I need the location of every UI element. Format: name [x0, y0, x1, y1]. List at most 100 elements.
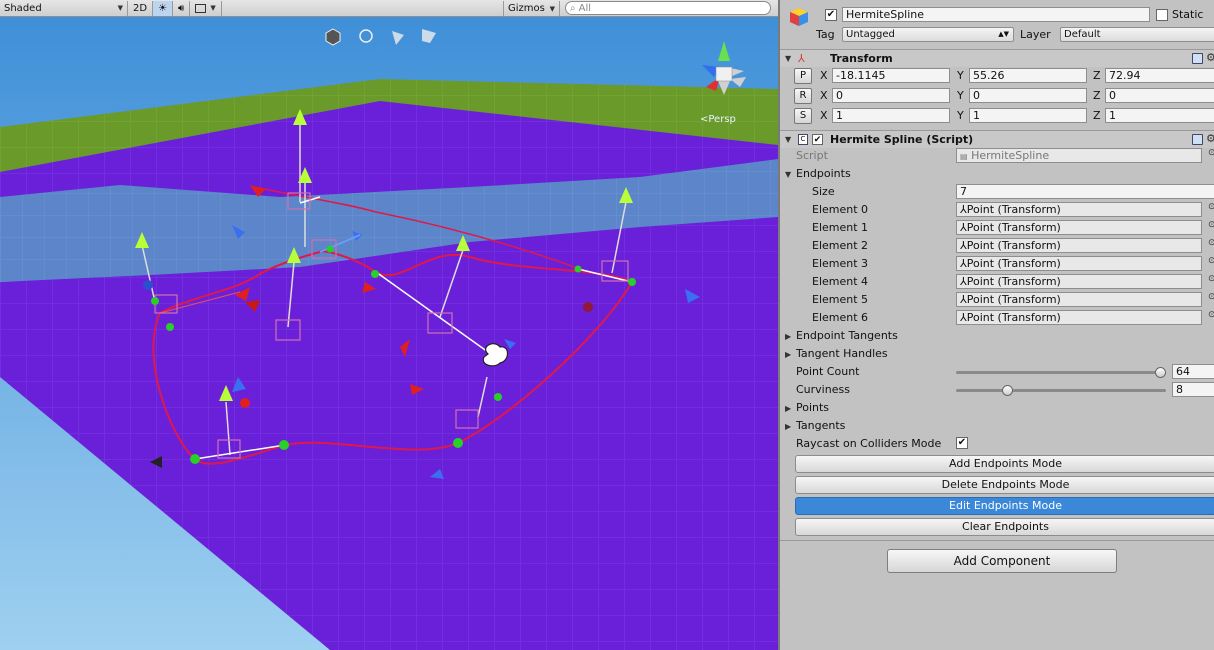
object-picker-icon[interactable]: ⊙ — [1208, 148, 1214, 158]
layer-value: Default — [1064, 29, 1101, 40]
scale-x-label: X — [820, 109, 828, 122]
object-picker-icon[interactable]: ⊙ — [1208, 220, 1214, 230]
transform-icon: ⅄ — [960, 257, 967, 270]
search-placeholder: All — [578, 2, 592, 14]
scale-x-input[interactable]: 1 — [832, 108, 950, 123]
tangents-label[interactable]: Tangents — [796, 419, 845, 432]
endpoint-tangents-label[interactable]: Endpoint Tangents — [796, 329, 898, 342]
object-picker-icon[interactable]: ⊙ — [1208, 310, 1214, 320]
script-icon: C — [798, 134, 808, 145]
script-file-icon: ▤ — [960, 152, 968, 161]
gizmos-label: Gizmos — [508, 3, 545, 14]
element-label: Element 0 — [812, 203, 869, 216]
foldout-collapsed-icon[interactable]: ▶ — [785, 422, 791, 431]
point-count-input[interactable]: 64 — [1172, 364, 1214, 379]
scale-y-label: Y — [957, 109, 964, 122]
position-y-input[interactable]: 55.26 — [969, 68, 1087, 83]
layer-dropdown[interactable]: Default — [1060, 27, 1214, 42]
help-book-icon[interactable] — [1192, 53, 1203, 64]
element-field[interactable]: ⅄Point (Transform) — [956, 202, 1202, 217]
add-endpoints-mode-button[interactable]: Add Endpoints Mode — [795, 455, 1214, 473]
rotation-y-input[interactable]: 0 — [969, 88, 1087, 103]
static-checkbox[interactable] — [1156, 9, 1168, 21]
scale-y-input[interactable]: 1 — [969, 108, 1087, 123]
element-value: Point (Transform) — [966, 311, 1061, 324]
chevron-down-icon: ▲▼ — [998, 30, 1009, 38]
divider — [780, 540, 1214, 541]
position-z-input[interactable]: 72.94 — [1105, 68, 1214, 83]
active-checkbox[interactable]: ✔ — [825, 9, 837, 21]
hermite-spline-title: Hermite Spline (Script) — [830, 133, 974, 146]
object-name-input[interactable]: HermiteSpline — [842, 7, 1150, 22]
audio-toggle-button[interactable]: 🔊︎ — [173, 0, 191, 16]
element-label: Element 3 — [812, 257, 869, 270]
help-book-icon[interactable] — [1192, 134, 1203, 145]
element-field[interactable]: ⅄Point (Transform) — [956, 256, 1202, 271]
object-picker-icon[interactable]: ⊙ — [1208, 256, 1214, 266]
object-picker-icon[interactable]: ⊙ — [1208, 238, 1214, 248]
endpoints-label[interactable]: Endpoints — [796, 167, 851, 180]
curviness-slider[interactable] — [956, 389, 1166, 392]
rot-x-label: X — [820, 89, 828, 102]
element-field[interactable]: ⅄Point (Transform) — [956, 292, 1202, 307]
point-count-slider-thumb[interactable] — [1155, 367, 1166, 378]
foldout-expanded-icon[interactable]: ▼ — [785, 54, 791, 63]
static-label: Static — [1172, 8, 1204, 21]
effects-dropdown[interactable]: ▼ — [190, 0, 222, 16]
element-field[interactable]: ⅄Point (Transform) — [956, 310, 1202, 325]
curviness-label: Curviness — [796, 383, 850, 396]
foldout-expanded-icon[interactable]: ▼ — [785, 170, 791, 179]
scene-view[interactable]: Shaded ▼ 2D ☀ 🔊︎ ▼ Gizmos ▼ ⌕ All <Persp — [0, 0, 778, 650]
points-label[interactable]: Points — [796, 401, 829, 414]
foldout-expanded-icon[interactable]: ▼ — [785, 135, 791, 144]
element-field[interactable]: ⅄Point (Transform) — [956, 274, 1202, 289]
foldout-collapsed-icon[interactable]: ▶ — [785, 332, 791, 341]
tag-dropdown[interactable]: Untagged ▲▼ — [842, 27, 1014, 42]
scale-reset-button[interactable]: S — [794, 108, 812, 124]
shading-mode-dropdown[interactable]: Shaded ▼ — [0, 0, 128, 16]
transform-icon: ⅄ — [960, 275, 967, 288]
curviness-input[interactable]: 8 — [1172, 382, 1214, 397]
raycast-checkbox[interactable]: ✔ — [956, 437, 968, 449]
element-field[interactable]: ⅄Point (Transform) — [956, 220, 1202, 235]
gear-icon[interactable]: ⚙ — [1206, 132, 1214, 145]
chevron-down-icon: ▼ — [549, 4, 555, 13]
element-value: Point (Transform) — [966, 239, 1061, 252]
component-enabled-checkbox[interactable]: ✔ — [812, 134, 823, 145]
transform-header[interactable]: ▼ ⅄ Transform ⚙ — [780, 49, 1214, 67]
clear-endpoints-button[interactable]: Clear Endpoints — [795, 518, 1214, 536]
layer-label: Layer — [1020, 28, 1051, 41]
gear-icon[interactable]: ⚙ — [1206, 51, 1214, 64]
scene-search-input[interactable]: ⌕ All — [565, 1, 771, 15]
rotation-reset-button[interactable]: R — [794, 88, 812, 104]
foldout-collapsed-icon[interactable]: ▶ — [785, 404, 791, 413]
position-x-input[interactable]: -18.1145 — [832, 68, 950, 83]
edit-endpoints-mode-button[interactable]: Edit Endpoints Mode — [795, 497, 1214, 515]
inspector-panel: ✔ HermiteSpline Static Tag Untagged ▲▼ La… — [778, 0, 1214, 650]
add-component-button[interactable]: Add Component — [887, 549, 1117, 573]
point-count-slider[interactable] — [956, 371, 1166, 374]
lighting-toggle-button[interactable]: ☀ — [153, 0, 174, 16]
object-picker-icon[interactable]: ⊙ — [1208, 292, 1214, 302]
rotation-z-input[interactable]: 0 — [1105, 88, 1214, 103]
sun-icon: ☀ — [158, 2, 168, 14]
rot-z-label: Z — [1093, 89, 1101, 102]
rotation-x-input[interactable]: 0 — [832, 88, 950, 103]
position-reset-button[interactable]: P — [794, 68, 812, 84]
chevron-down-icon: ▼ — [117, 4, 123, 12]
element-field[interactable]: ⅄Point (Transform) — [956, 238, 1202, 253]
tangent-handles-label[interactable]: Tangent Handles — [796, 347, 888, 360]
scene-viewport[interactable]: <Persp — [0, 17, 778, 650]
scale-z-input[interactable]: 1 — [1105, 108, 1214, 123]
object-picker-icon[interactable]: ⊙ — [1208, 274, 1214, 284]
gizmos-dropdown[interactable]: Gizmos ▼ — [503, 1, 560, 16]
foldout-collapsed-icon[interactable]: ▶ — [785, 350, 791, 359]
curviness-slider-thumb[interactable] — [1001, 385, 1013, 396]
delete-endpoints-mode-button[interactable]: Delete Endpoints Mode — [795, 476, 1214, 494]
object-picker-icon[interactable]: ⊙ — [1208, 202, 1214, 212]
2d-toggle-button[interactable]: 2D — [128, 0, 154, 16]
projection-label[interactable]: <Persp — [700, 114, 736, 125]
script-label: Script — [796, 149, 828, 162]
hermite-spline-header[interactable]: ▼ C ✔ Hermite Spline (Script) ⚙ — [780, 130, 1214, 148]
size-input[interactable]: 7 — [956, 184, 1214, 199]
